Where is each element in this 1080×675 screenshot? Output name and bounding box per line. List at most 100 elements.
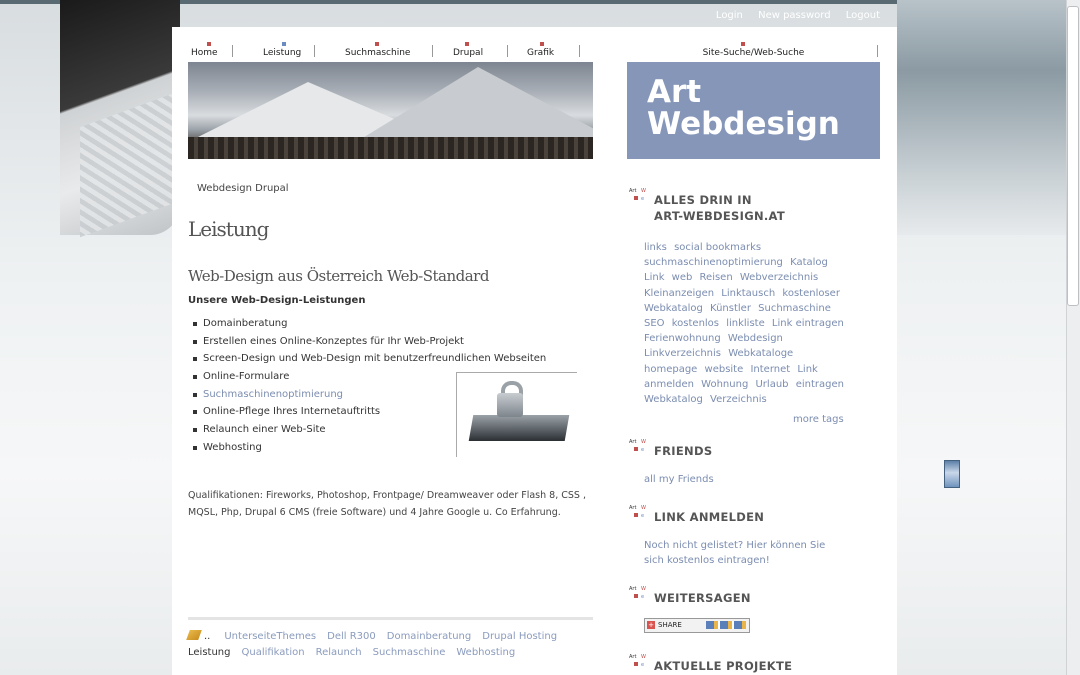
link-register-block: Art W e LINK ANMELDEN Noch nicht geliste… [627, 505, 880, 575]
tag-link[interactable]: kostenlos [672, 318, 719, 329]
tag-link[interactable]: website [705, 364, 744, 375]
nav-separator [232, 45, 233, 57]
banner-trees [188, 137, 593, 159]
nav-suchmaschine[interactable]: Suchmaschine [345, 42, 411, 58]
scrollbar-thumb[interactable] [1067, 6, 1079, 306]
footer-link[interactable]: Domainberatung [387, 631, 472, 642]
link-register-text[interactable]: Noch nicht gelistet? Hier können Sie sic… [644, 538, 844, 568]
site-logo[interactable]: Art Webdesign [627, 62, 880, 159]
user-links: Login New password Logout [704, 10, 880, 21]
nav-leistung[interactable]: Leistung [263, 42, 301, 58]
tag-link[interactable]: Reisen [700, 272, 733, 283]
block-logo-e: e [641, 594, 645, 600]
seo-link[interactable]: Suchmaschinenoptimierung [203, 389, 343, 400]
nav-drupal[interactable]: Drupal [453, 42, 483, 58]
nav-separator [579, 45, 580, 57]
tag-link[interactable]: Link eintragen [772, 318, 844, 329]
more-tags-link[interactable]: more tags [793, 414, 844, 425]
block-logo-w: W [641, 188, 646, 194]
tag-link[interactable]: suchmaschinenoptimierung [644, 257, 783, 268]
block-logo-w: W [641, 654, 646, 660]
share-button[interactable]: + SHARE [644, 618, 750, 633]
nav-label: Suchmaschine [345, 48, 411, 58]
desktop-file-icon[interactable] [944, 460, 960, 488]
link-register-line: sich kostenlos eintragen! [644, 555, 770, 566]
tag-link[interactable]: Verzeichnis [710, 394, 767, 405]
footer-link[interactable]: Drupal Hosting [482, 631, 557, 642]
tag-link[interactable]: Link [644, 272, 664, 283]
tag-cloud: links social bookmarks suchmaschinenopti… [644, 240, 849, 407]
nav-grafik[interactable]: Grafik [527, 42, 555, 58]
nav-separator [877, 45, 878, 57]
tag-link[interactable]: Ferienwohnung [644, 333, 721, 344]
header-banner-image [188, 62, 593, 159]
block-logo-text: Art [629, 505, 637, 511]
tag-link[interactable]: Künstler [710, 303, 751, 314]
nav-home[interactable]: Home [191, 42, 218, 58]
block-logo-square [634, 594, 638, 598]
tag-link[interactable]: Webdesign [728, 333, 783, 344]
block-logo-square [634, 196, 638, 200]
vertical-scrollbar[interactable] [1066, 0, 1080, 675]
tag-link[interactable]: Suchmaschine [758, 303, 831, 314]
tag-link[interactable]: Wohnung [701, 379, 748, 390]
site-search-label: Site-Suche/Web-Suche [702, 48, 805, 58]
nav-label: Grafik [527, 48, 555, 58]
footer-link[interactable]: Dell R300 [327, 631, 376, 642]
tag-link[interactable]: Internet [750, 364, 790, 375]
tag-link[interactable]: Kleinanzeigen [644, 288, 714, 299]
block-logo-text: Art [629, 586, 637, 592]
services-subheading: Unsere Web-Design-Leistungen [188, 295, 366, 306]
tag-link[interactable]: kostenloser [782, 288, 840, 299]
new-password-link[interactable]: New password [758, 10, 830, 21]
logo-line-2: Webdesign [647, 106, 840, 142]
tag-link[interactable]: SEO [644, 318, 665, 329]
logout-link[interactable]: Logout [846, 10, 880, 21]
tag-link[interactable]: Urlaub [755, 379, 788, 390]
tag-link[interactable]: Linkverzeichnis [644, 348, 721, 359]
login-link[interactable]: Login [716, 10, 743, 21]
footer-current-page: Leistung [188, 647, 231, 658]
footer-link[interactable]: UnterseiteThemes [224, 631, 316, 642]
tag-link[interactable]: linkliste [726, 318, 765, 329]
main-navigation: Home Leistung Suchmaschine Drupal Grafik [188, 42, 593, 59]
footer-link[interactable]: Suchmaschine [373, 647, 446, 658]
block-logo-text: Art [629, 654, 637, 660]
footer-link[interactable]: Webhosting [456, 647, 515, 658]
tag-link[interactable]: eintragen [796, 379, 844, 390]
tag-link[interactable]: Webkatalog [644, 303, 703, 314]
site-search-link[interactable]: Site-Suche/Web-Suche [627, 42, 880, 58]
nav-marker-icon [741, 42, 745, 46]
block-logo-square [634, 447, 638, 451]
padlock-body [497, 393, 523, 417]
qualifications-text: Qualifikationen: Fireworks, Photoshop, F… [188, 490, 586, 518]
block-logo-e: e [641, 662, 645, 668]
share-button-label: SHARE [658, 621, 682, 629]
block-logo-w: W [641, 505, 646, 511]
all-friends-link[interactable]: all my Friends [644, 472, 844, 487]
block-logo-icon: Art W e [629, 505, 646, 523]
block-logo-w: W [641, 439, 646, 445]
tag-link[interactable]: web [672, 272, 693, 283]
nav-label: Home [191, 48, 218, 58]
tag-link[interactable]: links [644, 242, 667, 253]
nav-marker-icon [375, 42, 379, 46]
nav-separator [314, 45, 315, 57]
tag-link[interactable]: Webkatalog [644, 394, 703, 405]
nav-marker-icon [282, 42, 286, 46]
tag-link[interactable]: Katalog [790, 257, 828, 268]
footer-link[interactable]: Qualifikation [241, 647, 304, 658]
tag-link[interactable]: social bookmarks [674, 242, 761, 253]
block-logo-e: e [641, 513, 645, 519]
server-lock-image [456, 372, 577, 457]
breadcrumb[interactable]: Webdesign Drupal [197, 183, 289, 194]
page-title: Leistung [188, 217, 269, 241]
block-logo-icon: Art W e [629, 586, 646, 604]
tagcloud-block: Art W e ALLES DRIN IN ART-WEBDESIGN.AT l… [627, 188, 880, 428]
tag-link[interactable]: Webverzeichnis [740, 272, 818, 283]
tag-link[interactable]: homepage [644, 364, 697, 375]
tag-link[interactable]: Webkataloge [728, 348, 793, 359]
footer-link[interactable]: Relaunch [316, 647, 362, 658]
tag-link[interactable]: Linktausch [721, 288, 775, 299]
block-logo-square [634, 662, 638, 666]
